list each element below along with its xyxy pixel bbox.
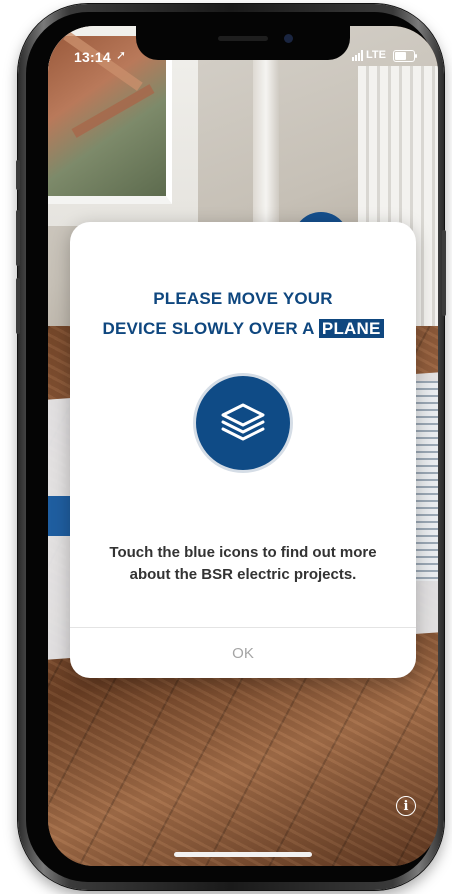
volume-up-button <box>16 210 20 266</box>
dialog-message-line2: about the BSR electric projects. <box>129 566 357 583</box>
signal-icon <box>352 50 366 61</box>
dialog-message-line1: Touch the blue icons to find out more <box>109 544 377 561</box>
speaker-grille <box>218 36 268 41</box>
front-camera <box>284 34 293 43</box>
home-indicator[interactable] <box>174 852 312 857</box>
dialog-title-highlight: PLANE <box>318 319 384 338</box>
ok-button[interactable]: OK <box>70 628 416 678</box>
phone-mockup: 13:14 ➚ LTE PLEASE MOVE YOUR DEVICE SLOW… <box>0 0 452 894</box>
notch <box>136 26 350 60</box>
dialog-title-line2: DEVICE SLOWLY OVER A PLANE <box>70 314 416 344</box>
layers-icon <box>196 376 290 470</box>
dialog-title-line1: PLEASE MOVE YOUR <box>153 289 333 308</box>
dialog-message: Touch the blue icons to find out more ab… <box>70 542 416 586</box>
status-time: 13:14 <box>74 49 111 65</box>
info-icon[interactable]: i <box>396 796 416 816</box>
volume-down-button <box>16 278 20 334</box>
ar-camera-screen[interactable]: 13:14 ➚ LTE PLEASE MOVE YOUR DEVICE SLOW… <box>48 26 438 866</box>
location-arrow-icon: ➚ <box>116 48 127 62</box>
dialog-title-prefix: DEVICE SLOWLY OVER A <box>102 319 319 338</box>
plane-detection-dialog: PLEASE MOVE YOUR DEVICE SLOWLY OVER A PL… <box>70 222 416 678</box>
power-button <box>442 230 446 316</box>
mute-switch <box>16 160 20 190</box>
dialog-title: PLEASE MOVE YOUR DEVICE SLOWLY OVER A PL… <box>70 284 416 344</box>
network-type: LTE <box>366 49 386 61</box>
battery-icon <box>393 50 417 62</box>
